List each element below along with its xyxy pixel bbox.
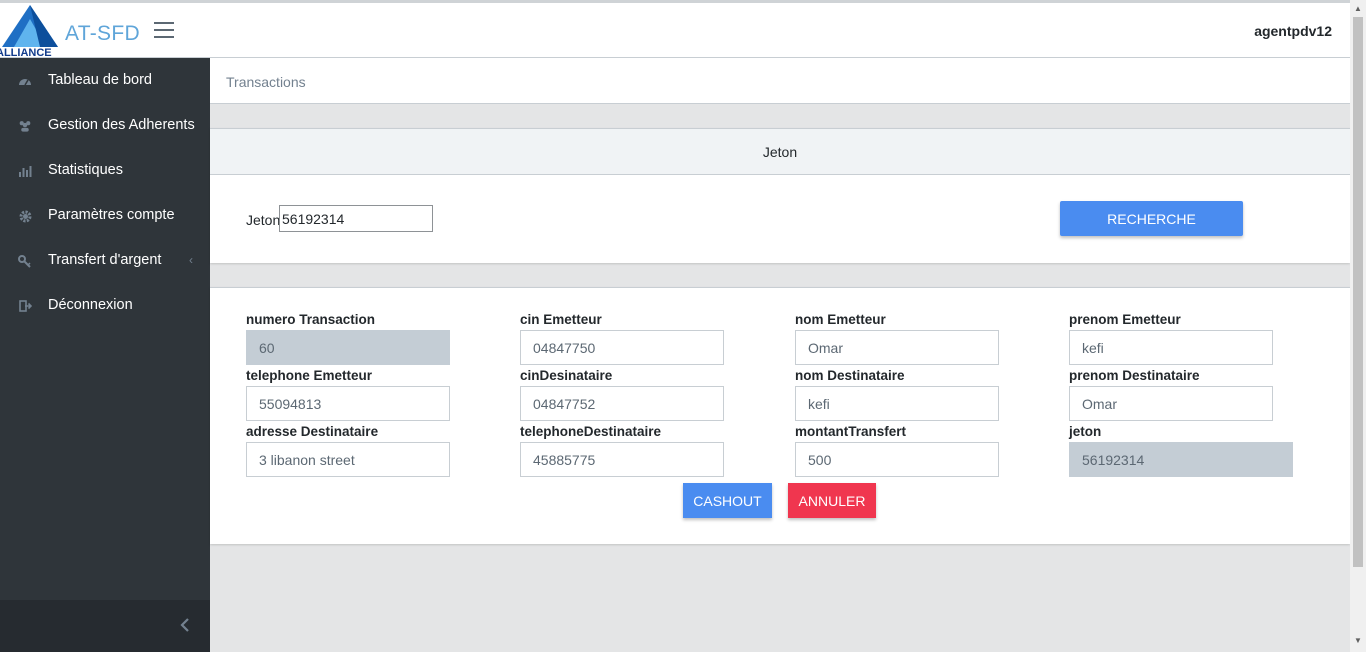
telephone-emetteur-field: telephone Emetteur xyxy=(246,368,476,421)
jeton-label: Jeton xyxy=(246,212,281,228)
field-label: adresse Destinataire xyxy=(246,424,379,439)
numero-transaction-input[interactable] xyxy=(246,330,450,365)
sidebar-minimizer-chevron-left-icon[interactable] xyxy=(176,616,194,634)
scrollbar-thumb[interactable] xyxy=(1353,17,1363,567)
cin-emetteur-input[interactable] xyxy=(520,330,724,365)
breadcrumb-item-transactions[interactable]: Transactions xyxy=(226,74,306,90)
sidebar-item-label: Transfert d'argent xyxy=(48,252,162,268)
field-label: telephone Emetteur xyxy=(246,368,373,383)
cin-emetteur-field: cin Emetteur xyxy=(520,312,750,365)
sidebar-item-label: Tableau de bord xyxy=(48,72,152,88)
scroll-up-arrow-icon[interactable]: ▲ xyxy=(1354,4,1362,13)
sidebar-item-transfert-argent[interactable]: Transfert d'argent ‹ xyxy=(0,238,210,283)
recherche-button[interactable]: RECHERCHE xyxy=(1060,201,1243,236)
sidebar-footer xyxy=(0,600,210,652)
speedometer-icon xyxy=(18,74,32,88)
user-name[interactable]: agentpdv12 xyxy=(1254,23,1332,39)
sidebar-item-deconnexion[interactable]: Déconnexion xyxy=(0,283,210,328)
nom-emetteur-field: nom Emetteur xyxy=(795,312,1025,365)
field-label: prenom Emetteur xyxy=(1069,312,1181,327)
numero-transaction-field: numero Transaction xyxy=(246,312,476,365)
sidebar-item-gestion-adherents[interactable]: Gestion des Adherents xyxy=(0,103,210,148)
field-label: prenom Destinataire xyxy=(1069,368,1200,383)
sidebar-item-label: Gestion des Adherents xyxy=(48,117,195,133)
key-icon xyxy=(18,254,32,268)
people-icon xyxy=(18,119,32,133)
transaction-details-card: numero Transaction cin Emetteur nom Emet… xyxy=(210,287,1350,544)
telephone-destinataire-input[interactable] xyxy=(520,442,724,477)
field-label: numero Transaction xyxy=(246,312,376,327)
sidebar-item-label: Déconnexion xyxy=(48,297,133,313)
scroll-down-arrow-icon[interactable]: ▼ xyxy=(1354,636,1362,645)
prenom-destinataire-field: prenom Destinataire xyxy=(1069,368,1299,421)
hamburger-menu-icon[interactable] xyxy=(154,22,174,40)
field-label: jeton xyxy=(1069,424,1102,439)
top-navbar: ALLIANCE AT-SFD agentpdv12 xyxy=(0,0,1350,59)
prenom-emetteur-field: prenom Emetteur xyxy=(1069,312,1299,365)
cashout-button[interactable]: CASHOUT xyxy=(683,483,772,518)
field-label: montantTransfert xyxy=(795,424,907,439)
field-label: cin Emetteur xyxy=(520,312,602,327)
sidebar-item-tableau-de-bord[interactable]: Tableau de bord xyxy=(0,58,210,103)
page-scrollbar[interactable]: ▲ ▼ xyxy=(1350,0,1366,652)
nom-destinataire-input[interactable] xyxy=(795,386,999,421)
cin-destinataire-field: cinDesinataire xyxy=(520,368,750,421)
montant-transfert-input[interactable] xyxy=(795,442,999,477)
jeton-input[interactable] xyxy=(1069,442,1293,477)
sidebar-item-parametres-compte[interactable]: Paramètres compte xyxy=(0,193,210,238)
field-label: nom Destinataire xyxy=(795,368,905,383)
jeton-search-input[interactable] xyxy=(279,205,433,232)
montant-transfert-field: montantTransfert xyxy=(795,424,1025,477)
adresse-destinataire-field: adresse Destinataire xyxy=(246,424,476,477)
telephone-destinataire-field: telephoneDestinataire xyxy=(520,424,750,477)
chart-icon xyxy=(18,164,32,178)
annuler-button[interactable]: ANNULER xyxy=(788,483,876,518)
sidebar-item-statistiques[interactable]: Statistiques xyxy=(0,148,210,193)
logout-icon xyxy=(18,299,32,313)
gear-icon xyxy=(18,209,32,223)
alliance-logo[interactable]: ALLIANCE xyxy=(0,3,62,59)
prenom-destinataire-input[interactable] xyxy=(1069,386,1273,421)
jeton-field: jeton xyxy=(1069,424,1299,477)
breadcrumb: Transactions xyxy=(210,58,1350,104)
jeton-search-card: Jeton Jeton RECHERCHE xyxy=(210,128,1350,263)
sidebar-item-label: Statistiques xyxy=(48,162,123,178)
adresse-destinataire-input[interactable] xyxy=(246,442,450,477)
field-label: cinDesinataire xyxy=(520,368,613,383)
sidebar: Tableau de bord Gestion des Adherents St… xyxy=(0,58,210,652)
field-label: telephoneDestinataire xyxy=(520,424,662,439)
cin-destinataire-input[interactable] xyxy=(520,386,724,421)
sidebar-item-label: Paramètres compte xyxy=(48,207,175,223)
chevron-left-icon: ‹ xyxy=(189,253,193,267)
telephone-emetteur-input[interactable] xyxy=(246,386,450,421)
nom-emetteur-input[interactable] xyxy=(795,330,999,365)
prenom-emetteur-input[interactable] xyxy=(1069,330,1273,365)
field-label: nom Emetteur xyxy=(795,312,886,327)
app-brand: AT-SFD xyxy=(65,22,140,45)
nom-destinataire-field: nom Destinataire xyxy=(795,368,1025,421)
card-header: Jeton xyxy=(210,129,1350,175)
